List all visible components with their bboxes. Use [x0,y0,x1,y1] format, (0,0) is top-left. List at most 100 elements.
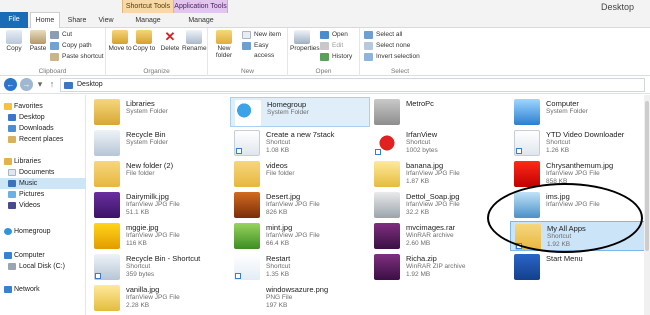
back-arrow-icon: ← [6,80,15,89]
nav-documents-label: Documents [19,169,55,176]
nav-videos[interactable]: Videos [0,200,86,211]
new-item-button[interactable]: New item [242,30,281,40]
file-item[interactable]: Chrysanthemum.jpg IrfanView JPG File 858… [510,159,650,189]
rename-button[interactable]: Rename [182,30,207,52]
history-label: History [332,53,353,60]
file-item[interactable]: YTD Video Downloader Shortcut 1.26 KB [510,128,650,158]
scrollbar-thumb[interactable] [645,101,649,251]
nav-music[interactable]: Music [0,178,86,189]
file-name: Libraries [126,99,155,108]
videos-icon [8,202,16,209]
new-folder-button[interactable]: New folder [212,30,236,59]
file-item[interactable]: Recycle Bin - Shortcut Shortcut 359 byte… [90,252,230,282]
file-item[interactable]: IrfanView Shortcut 1002 bytes [370,128,510,158]
nav-libraries[interactable]: Libraries [0,156,86,167]
file-item[interactable]: vanilla.jpg IrfanView JPG File 2.28 KB [90,283,230,313]
rename-label: Rename [182,45,207,52]
nav-network[interactable]: Network [0,284,86,295]
nav-computer[interactable]: Computer [0,250,86,261]
file-item[interactable]: My All Apps Shortcut 1.92 KB [510,221,650,251]
delete-button[interactable]: ✕ Delete [158,30,182,53]
paste-shortcut-button[interactable]: Paste shortcut [50,52,104,62]
file-name: Start Menu [546,254,583,263]
file-item[interactable]: Restart Shortcut 1.35 KB [230,252,370,282]
nav-local-disk[interactable]: Local Disk (C:) [0,261,86,272]
paste-shortcut-icon [50,53,59,61]
file-item[interactable]: videos File folder [230,159,370,189]
file-item[interactable]: mggie.jpg IrfanView JPG File 116 KB [90,221,230,251]
vertical-scrollbar[interactable] [644,95,650,315]
nav-homegroup[interactable]: Homegroup [0,226,86,237]
new-group-label: New [240,68,254,75]
nav-desktop[interactable]: Desktop [0,112,86,123]
history-button[interactable]: History [320,52,352,62]
file-item[interactable]: mvcimages.rar WinRAR archive 2.60 MB [370,221,510,251]
tab-home[interactable]: Home [30,12,60,28]
tab-share[interactable]: Share [64,13,90,28]
history-icon [320,53,329,61]
file-name: videos [266,161,288,170]
file-item[interactable]: Homegroup System Folder [230,97,370,127]
file-item[interactable]: windowsazure.png PNG File 197 KB [230,283,370,313]
tab-manage-shortcut[interactable]: Manage [122,13,174,28]
paste-button[interactable]: Paste [26,30,50,52]
file-name: My All Apps [547,224,586,233]
nav-downloads[interactable]: Downloads [0,123,86,134]
file-item[interactable]: Desert.jpg IrfanView JPG File 826 KB [230,190,370,220]
nav-favorites[interactable]: Favorites [0,101,86,112]
nav-pictures[interactable]: Pictures [0,189,86,200]
nav-recent-places[interactable]: Recent places [0,134,86,145]
invert-selection-button[interactable]: Invert selection [364,52,420,62]
copy-button[interactable]: Copy [2,30,26,52]
file-type: IrfanView JPG File [546,170,600,177]
tab-manage-application[interactable]: Manage [174,13,228,28]
file-item[interactable]: New folder (2) File folder [90,159,230,189]
tab-view[interactable]: View [94,13,118,28]
properties-button[interactable]: Properties [290,30,320,52]
file-item[interactable]: Start Menu [510,252,650,282]
cut-button[interactable]: Cut [50,30,72,40]
move-to-button[interactable]: Move to [108,30,132,52]
file-name: Desert.jpg [266,192,301,201]
new-item-label: New item [254,31,282,38]
file-item[interactable]: MetroPc [370,97,510,127]
edit-icon [320,42,329,50]
file-name: MetroPc [406,99,434,108]
file-size: 1002 bytes [406,147,438,154]
folder-icon [234,161,260,187]
back-button[interactable]: ← [4,78,17,91]
file-item[interactable]: Dettol_Soap.jpg IrfanView JPG File 32.2 … [370,190,510,220]
ytd-downloader-icon [514,130,540,156]
file-size: 1.35 KB [266,271,290,278]
copy-to-icon [136,30,152,44]
forward-button[interactable]: → [20,78,33,91]
new-group: New folder New item Easy access New [208,28,288,76]
copy-path-button[interactable]: Copy path [50,41,92,51]
recent-dropdown[interactable]: ▾ [34,78,46,91]
address-field[interactable]: Desktop [60,78,645,92]
edit-button[interactable]: Edit [320,41,343,51]
nav-documents[interactable]: Documents [0,167,86,178]
file-name: New folder (2) [126,161,174,170]
file-item[interactable]: Create a new 7stack Shortcut 1.08 KB [230,128,370,158]
folder-icon [94,161,120,187]
file-item[interactable]: Richa.zip WinRAR ZIP archive 1.92 MB [370,252,510,282]
file-item[interactable]: Recycle Bin System Folder [90,128,230,158]
file-item[interactable]: banana.jpg IrfanView JPG File 1.87 KB [370,159,510,189]
move-to-label: Move to [108,45,132,52]
select-all-button[interactable]: Select all [364,30,402,40]
file-item[interactable]: Dairymilk.jpg IrfanView JPG File 51.1 KB [90,190,230,220]
file-item[interactable]: Computer System Folder [510,97,650,127]
easy-access-button[interactable]: Easy access [242,41,287,59]
nav-libraries-label: Libraries [14,158,41,165]
file-item[interactable]: mint.jpg IrfanView JPG File 66.4 KB [230,221,370,251]
open-button[interactable]: Open [320,30,348,40]
file-list: Libraries System Folder Homegroup System… [90,95,650,315]
file-item[interactable]: ims.jpg IrfanView JPG File [510,190,650,220]
copy-to-button[interactable]: Copy to [132,30,156,52]
select-none-button[interactable]: Select none [364,41,410,51]
file-name: Dettol_Soap.jpg [406,192,460,201]
file-item[interactable]: Libraries System Folder [90,97,230,127]
tab-file[interactable]: File [0,12,28,28]
up-button[interactable]: ↑ [46,78,58,91]
